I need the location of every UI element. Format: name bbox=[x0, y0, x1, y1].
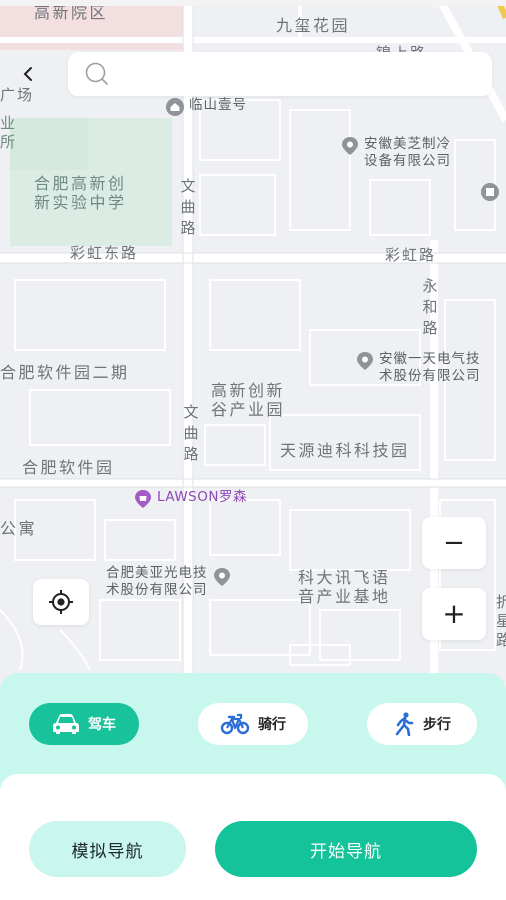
poi-yitian[interactable]: 安徽一天电气技 术股份有限公司 bbox=[355, 351, 481, 385]
zoom-out-button[interactable]: − bbox=[422, 517, 486, 569]
back-button[interactable] bbox=[12, 58, 44, 90]
poi-linshan[interactable]: 临山壹号 bbox=[165, 97, 247, 117]
poi-lawson-label: LAWSON罗森 bbox=[157, 489, 247, 505]
chevron-left-icon bbox=[23, 67, 32, 81]
area-label-software-park-2: 合肥软件园二期 bbox=[0, 363, 130, 382]
road-label-yonghe: 永和路 bbox=[422, 277, 438, 337]
plus-icon: + bbox=[442, 597, 466, 630]
area-label-school: 合肥高新创 新实验中学 bbox=[34, 174, 127, 212]
status-bar-strip bbox=[0, 0, 506, 6]
mode-ride-button[interactable]: 骑行 bbox=[198, 703, 308, 745]
simulate-navigation-button[interactable]: 模拟导航 bbox=[29, 821, 186, 877]
area-label-left-partial: 业 所 bbox=[0, 114, 16, 151]
poi-meizhi-label: 安徽美芝制冷 设备有限公司 bbox=[364, 136, 451, 169]
poi-meiya[interactable]: 合肥美亚光电技 术股份有限公司 bbox=[106, 565, 232, 599]
location-pin-icon bbox=[342, 137, 358, 155]
poi-linshan-label: 临山壹号 bbox=[189, 97, 247, 113]
search-input[interactable] bbox=[120, 65, 480, 83]
area-label-tianyuan: 天源迪科科技园 bbox=[280, 441, 410, 460]
start-navigation-button[interactable]: 开始导航 bbox=[215, 821, 477, 877]
mode-walk-label: 步行 bbox=[423, 717, 451, 733]
location-pin-icon bbox=[357, 352, 373, 370]
locate-button[interactable] bbox=[33, 579, 89, 625]
poi-meiya-label: 合肥美亚光电技 术股份有限公司 bbox=[106, 565, 208, 598]
poi-yitian-label: 安徽一天电气技 术股份有限公司 bbox=[379, 351, 481, 384]
road-label-caihong-east: 彩虹东路 bbox=[70, 244, 139, 262]
building-pin-icon bbox=[481, 183, 499, 201]
area-label-software-park: 合肥软件园 bbox=[22, 458, 115, 477]
crosshair-locate-icon bbox=[49, 590, 73, 614]
poi-building-right[interactable] bbox=[480, 182, 500, 206]
poi-lawson[interactable]: LAWSON罗森 bbox=[133, 489, 247, 509]
residence-pin-icon bbox=[166, 98, 184, 116]
search-icon bbox=[85, 62, 108, 85]
car-icon bbox=[53, 714, 79, 734]
search-bar[interactable] bbox=[68, 52, 492, 96]
bicycle-icon bbox=[220, 713, 250, 735]
poi-meizhi[interactable]: 安徽美芝制冷 设备有限公司 bbox=[340, 136, 451, 170]
area-label-innovation-park: 高新创新 谷产业园 bbox=[211, 381, 286, 419]
zoom-in-button[interactable]: + bbox=[422, 588, 486, 640]
location-pin-icon bbox=[213, 568, 230, 586]
mode-walk-button[interactable]: 步行 bbox=[367, 703, 477, 745]
walking-person-icon bbox=[395, 712, 414, 736]
area-label-jiuxi-garden: 九玺花园 bbox=[276, 16, 351, 35]
area-label-iflytek: 科大讯飞语 音产业基地 bbox=[298, 568, 391, 606]
shopping-bag-pin-icon bbox=[135, 490, 151, 508]
road-label-wenqu-upper: 文曲路 bbox=[180, 177, 196, 237]
mode-drive-label: 驾车 bbox=[88, 717, 116, 733]
area-label-apartment-partial: 公寓 bbox=[0, 519, 38, 538]
road-label-right-partial: 折 星 路 bbox=[496, 593, 506, 649]
mode-ride-label: 骑行 bbox=[258, 717, 286, 733]
road-label-wenqu-lower: 文曲路 bbox=[183, 403, 199, 463]
road-label-caihong: 彩虹路 bbox=[385, 246, 437, 264]
mode-drive-button[interactable]: 驾车 bbox=[29, 703, 139, 745]
minus-icon: − bbox=[443, 528, 465, 558]
